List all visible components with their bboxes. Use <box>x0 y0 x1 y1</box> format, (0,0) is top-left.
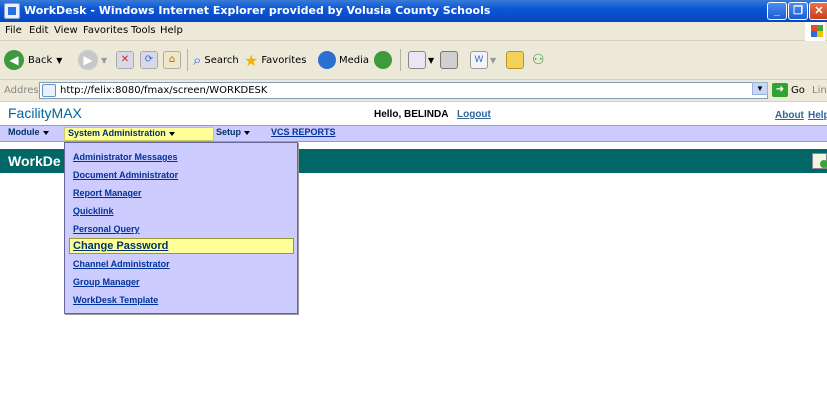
window-title-bar: WorkDesk - Windows Internet Explorer pro… <box>0 0 827 22</box>
chevron-down-icon: ▼ <box>490 55 497 65</box>
help-link[interactable]: Help <box>808 110 827 121</box>
folder-icon <box>506 51 524 69</box>
mail-button[interactable]: ▼ <box>408 49 434 71</box>
back-label: Back <box>28 54 53 66</box>
windows-logo-icon <box>805 22 825 41</box>
edit-button[interactable]: W ▼ <box>470 49 496 71</box>
toolbar-separator <box>187 49 188 71</box>
go-label: Go <box>791 84 805 96</box>
search-button[interactable]: ⌕ Search <box>193 49 239 71</box>
back-arrow-icon: ◀ <box>4 50 24 70</box>
refresh-icon: ⟳ <box>140 51 158 69</box>
stop-button[interactable]: ✕ <box>116 49 134 71</box>
menu-tools[interactable]: Tools <box>131 25 156 36</box>
stop-icon: ✕ <box>116 51 134 69</box>
brand-logo: FacilityMAX <box>8 105 82 121</box>
media-icon <box>318 51 336 69</box>
caret-down-icon <box>168 131 175 136</box>
address-input[interactable]: http://felix:8080/fmax/screen/WORKDESK <box>39 82 768 99</box>
search-icon: ⌕ <box>193 51 202 69</box>
messenger-icon: ⚇ <box>532 52 545 68</box>
menu-help[interactable]: Help <box>160 25 183 36</box>
about-link[interactable]: About <box>775 110 804 121</box>
menu-item-report-manager[interactable]: Report Manager <box>73 188 142 198</box>
menu-item-document-administrator[interactable]: Document Administrator <box>73 170 178 180</box>
app-header: FacilityMAX Hello, BELINDA Logout About … <box>0 103 827 125</box>
word-icon: W <box>470 51 488 69</box>
menu-item-quicklink[interactable]: Quicklink <box>73 206 114 216</box>
nav-system-administration-item: System Administration <box>68 128 175 138</box>
menu-favorites[interactable]: Favorites <box>83 25 128 36</box>
nav-vcs-reports[interactable]: VCS REPORTS <box>271 127 336 137</box>
menu-item-group-manager[interactable]: Group Manager <box>73 277 140 287</box>
star-icon: ★ <box>244 50 259 70</box>
menu-item-administrator-messages[interactable]: Administrator Messages <box>73 152 178 162</box>
add-page-icon[interactable] <box>812 153 827 169</box>
print-button[interactable] <box>440 49 458 71</box>
menu-view[interactable]: View <box>54 25 78 36</box>
address-bar: Address http://felix:8080/fmax/screen/WO… <box>0 80 827 102</box>
nav-setup[interactable]: Setup <box>216 127 251 137</box>
messenger-button[interactable]: ⚇ <box>532 49 545 71</box>
media-button[interactable]: Media <box>318 49 369 71</box>
nav-module[interactable]: Module <box>8 127 49 137</box>
nav-system-administration-label: System Administration <box>68 128 166 138</box>
print-icon <box>440 51 458 69</box>
go-button[interactable]: ➜ Go <box>772 83 805 97</box>
close-button[interactable]: ✕ <box>809 2 827 20</box>
nav-module-label: Module <box>8 127 40 137</box>
search-label: Search <box>204 54 239 66</box>
history-button[interactable] <box>374 49 392 71</box>
menu-file[interactable]: File <box>5 25 22 36</box>
links-label[interactable]: Lin <box>812 85 827 96</box>
refresh-button[interactable]: ⟳ <box>140 49 158 71</box>
forward-button[interactable]: ▶ ▼ <box>78 49 107 71</box>
home-icon: ⌂ <box>163 51 181 69</box>
caret-down-icon <box>42 130 49 135</box>
menu-item-personal-query[interactable]: Personal Query <box>73 224 140 234</box>
address-url: http://felix:8080/fmax/screen/WORKDESK <box>60 85 268 96</box>
minimize-button[interactable]: _ <box>767 2 787 20</box>
page-title: WorkDe <box>8 153 61 169</box>
favorites-label: Favorites <box>261 54 307 66</box>
go-arrow-icon: ➜ <box>772 83 788 97</box>
page-icon <box>42 84 56 97</box>
menu-bar: File Edit View Favorites Tools Help <box>0 22 827 41</box>
history-icon <box>374 51 392 69</box>
forward-arrow-icon: ▶ <box>78 50 98 70</box>
toolbar-separator <box>400 49 401 71</box>
mail-icon <box>408 51 426 69</box>
home-button[interactable]: ⌂ <box>163 49 181 71</box>
maximize-button[interactable]: ❐ <box>788 2 808 20</box>
chevron-down-icon: ▼ <box>428 55 435 65</box>
chevron-down-icon: ▼ <box>56 55 63 65</box>
browser-toolbar: ◀ Back ▼ ▶ ▼ ✕ ⟳ ⌂ ⌕ Search ★ Favorites … <box>0 41 827 80</box>
system-admin-dropdown-menu: Administrator Messages Document Administ… <box>64 142 298 314</box>
discuss-button[interactable] <box>506 49 524 71</box>
favorites-button[interactable]: ★ Favorites <box>244 49 307 71</box>
window-title: WorkDesk - Windows Internet Explorer pro… <box>24 4 491 17</box>
menu-edit[interactable]: Edit <box>29 25 48 36</box>
menu-item-workdesk-template[interactable]: WorkDesk Template <box>73 295 158 305</box>
address-dropdown-button[interactable]: ▼ <box>752 82 768 95</box>
menu-item-change-password[interactable]: Change Password <box>73 240 168 252</box>
greeting-text: Hello, BELINDA <box>374 109 449 120</box>
nav-system-administration[interactable]: System Administration <box>64 127 214 141</box>
menu-item-channel-administrator[interactable]: Channel Administrator <box>73 259 170 269</box>
logout-link[interactable]: Logout <box>457 109 491 120</box>
media-label: Media <box>339 54 370 66</box>
address-label: Address <box>4 85 44 96</box>
back-button[interactable]: ◀ Back ▼ <box>4 49 62 71</box>
caret-down-icon <box>244 130 251 135</box>
ie-app-icon <box>4 3 20 19</box>
nav-setup-label: Setup <box>216 127 242 137</box>
chevron-down-icon: ▼ <box>101 55 108 65</box>
